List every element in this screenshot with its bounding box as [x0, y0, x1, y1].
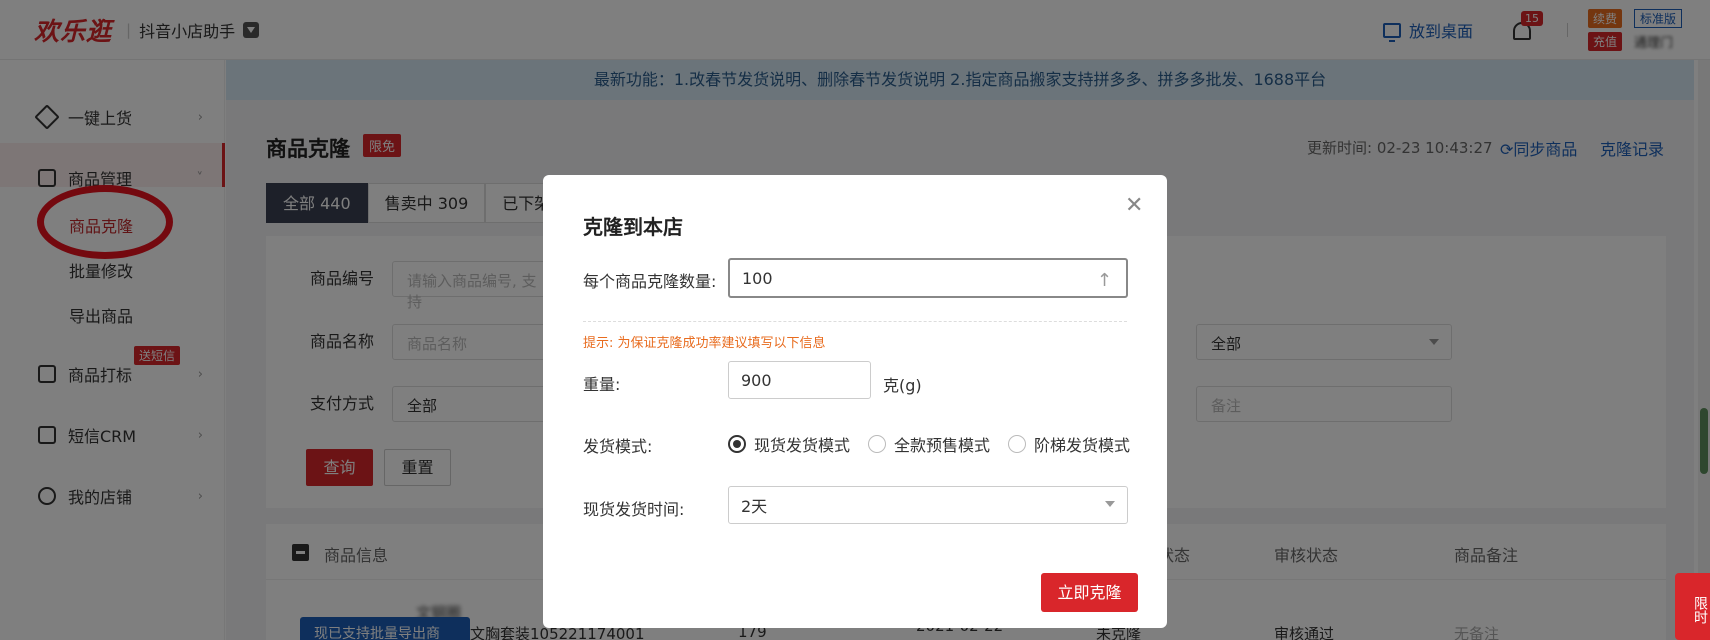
dialog-divider [583, 321, 1127, 322]
ship-time-select[interactable]: 2天 [728, 486, 1128, 524]
weight-input[interactable]: 900 [728, 361, 871, 399]
radio-unchecked-icon [868, 435, 887, 453]
qty-input[interactable]: 100 ↑ [728, 258, 1128, 298]
close-icon[interactable]: ✕ [1125, 193, 1143, 218]
weight-unit: 克(g) [883, 376, 922, 395]
clone-dialog: 克隆到本店 ✕ 每个商品克隆数量: 100 ↑ 提示: 为保证克隆成功率建议填写… [543, 175, 1167, 628]
weight-value: 900 [741, 370, 772, 390]
clone-now-button[interactable]: 立即克隆 [1041, 573, 1138, 612]
ship-time-value: 2天 [741, 497, 768, 516]
ship-mode-label: 发货模式: [583, 437, 653, 456]
ship-time-label: 现货发货时间: [583, 500, 685, 519]
arrow-up-icon[interactable]: ↑ [1097, 270, 1112, 291]
promo-widget[interactable]: 限时 [1675, 573, 1710, 640]
ship-mode-label-presale: 全款预售模式 [894, 436, 991, 455]
radio-unchecked-icon [1008, 435, 1027, 453]
ship-mode-radio-group: 现货发货模式 全款预售模式 阶梯发货模式 [728, 432, 1130, 456]
qty-value: 100 [742, 268, 773, 288]
caret-down-icon [1105, 501, 1115, 507]
ship-mode-tiered[interactable]: 阶梯发货模式 [1008, 432, 1130, 456]
dialog-title: 克隆到本店 [583, 215, 683, 239]
qty-label: 每个商品克隆数量: [583, 272, 717, 291]
radio-checked-icon [728, 435, 746, 453]
weight-label: 重量: [583, 375, 621, 394]
ship-mode-presale[interactable]: 全款预售模式 [868, 432, 990, 456]
ship-mode-spot[interactable]: 现货发货模式 [728, 432, 850, 456]
ship-mode-label-tiered: 阶梯发货模式 [1034, 436, 1131, 455]
hint-text: 提示: 为保证克隆成功率建议填写以下信息 [583, 336, 826, 351]
ship-mode-label-spot: 现货发货模式 [754, 436, 851, 455]
